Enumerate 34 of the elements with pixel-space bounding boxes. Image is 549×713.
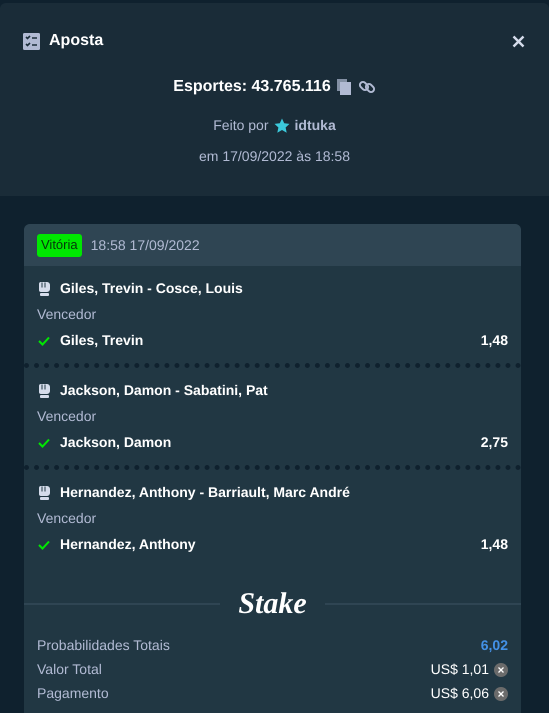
summary-label: Probabilidades Totais xyxy=(37,636,170,655)
odds-value: 2,75 xyxy=(480,433,508,452)
modal-title: Aposta xyxy=(49,31,104,51)
glove-icon xyxy=(37,383,51,398)
selection-name: Hernandez, Anthony xyxy=(60,535,196,554)
total-odds: 6,02 xyxy=(480,636,508,655)
link-icon[interactable] xyxy=(358,78,376,96)
glove-icon xyxy=(37,485,51,500)
copy-icon[interactable] xyxy=(336,79,352,95)
amount-value: US$ 6,06 xyxy=(430,684,489,703)
amount-value: US$ 1,01 xyxy=(430,660,489,679)
selection-name: Jackson, Damon xyxy=(60,433,172,452)
status-badge: Vitória xyxy=(37,234,82,256)
market-name: Vencedor xyxy=(37,407,98,426)
event-name: Jackson, Damon - Sabatini, Pat xyxy=(60,381,268,400)
checklist-icon xyxy=(23,32,40,50)
close-button[interactable] xyxy=(510,33,526,49)
brand-logo: Stake xyxy=(237,589,308,619)
event-name: Giles, Trevin - Cosce, Louis xyxy=(60,279,243,298)
bet-id: Esportes: 43.765.116 xyxy=(173,77,331,97)
glove-icon xyxy=(37,281,51,296)
odds-value: 1,48 xyxy=(480,535,508,554)
ticket-datetime: 18:58 17/09/2022 xyxy=(90,236,200,254)
star-icon xyxy=(274,118,290,134)
selection-name: Giles, Trevin xyxy=(60,331,144,350)
market-name: Vencedor xyxy=(37,509,98,528)
placed-by-label: Feito por xyxy=(213,116,268,135)
summary-label: Valor Total xyxy=(37,660,102,679)
summary-label: Pagamento xyxy=(37,684,109,703)
event-name: Hernandez, Anthony - Barriault, Marc André xyxy=(60,483,350,502)
username-link[interactable]: idtuka xyxy=(294,115,336,136)
placed-date: em 17/09/2022 às 18:58 xyxy=(198,147,350,166)
odds-value: 1,48 xyxy=(480,331,508,350)
market-name: Vencedor xyxy=(37,305,98,324)
